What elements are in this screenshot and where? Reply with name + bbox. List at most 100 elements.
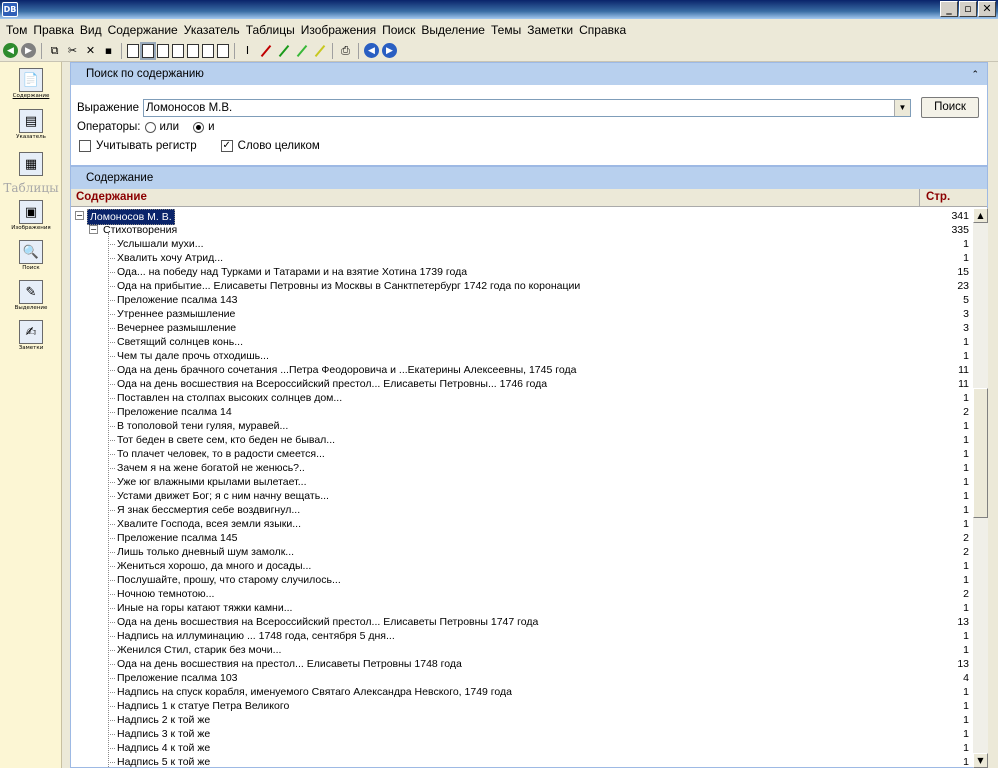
search-button[interactable]: Поиск xyxy=(921,97,979,118)
expression-input[interactable]: Ломоносов М.В. ▼ xyxy=(143,99,911,117)
scroll-up-icon[interactable]: ▲ xyxy=(973,208,988,223)
whole-word-checkbox[interactable]: ✓ xyxy=(220,140,233,152)
text-cursor-icon[interactable]: I xyxy=(240,43,255,58)
table-row[interactable]: Зачем я на жене богатой не женюсь?.. 1 xyxy=(71,461,973,475)
column-page[interactable]: Стр. xyxy=(926,191,950,203)
blank-page-icon[interactable] xyxy=(187,43,199,58)
chevron-down-icon[interactable]: ▼ xyxy=(894,100,910,116)
column-divider[interactable] xyxy=(919,189,920,207)
green-marker-icon[interactable] xyxy=(294,43,309,58)
menu-notes[interactable]: Заметки xyxy=(524,23,576,37)
menu-topics[interactable]: Темы xyxy=(488,23,524,37)
split-page-icon[interactable] xyxy=(217,43,229,58)
sidebar-item-index[interactable]: ▤ Указатель xyxy=(0,109,62,140)
table-row[interactable]: Я знак бессмертия себе воздвигнул... 1 xyxy=(71,503,973,517)
table-row[interactable]: Ночною темнотою... 2 xyxy=(71,587,973,601)
table-row[interactable]: Преложение псалма 103 4 xyxy=(71,671,973,685)
menu-edit[interactable]: Правка xyxy=(30,23,77,37)
menu-images[interactable]: Изображения xyxy=(298,23,379,37)
table-row[interactable]: Устами движет Бог; я с ним начну вещать.… xyxy=(71,489,973,503)
table-row[interactable]: Надпись 1 к статуе Петра Великого 1 xyxy=(71,699,973,713)
app-icon[interactable]: DB xyxy=(2,2,18,17)
sidebar-item-tables[interactable]: Таблицы xyxy=(0,181,62,195)
table-row[interactable]: Поставлен на столпах высоких солнцев дом… xyxy=(71,391,973,405)
table-row[interactable]: Ода на день восшествия на Всероссийский … xyxy=(71,615,973,629)
menu-help[interactable]: Справка xyxy=(576,23,629,37)
search-panel-header[interactable]: Поиск по содержанию ⌃ xyxy=(71,63,987,85)
table-row[interactable]: Преложение псалма 143 5 xyxy=(71,293,973,307)
sidebar-item-search[interactable]: 🔍 Поиск xyxy=(0,240,62,271)
table-row[interactable]: Утреннее размышление 3 xyxy=(71,307,973,321)
table-row[interactable]: Надпись 4 к той же 1 xyxy=(71,741,973,755)
two-column-icon[interactable] xyxy=(157,43,169,58)
radio-or[interactable] xyxy=(144,121,156,133)
table-row[interactable]: Вечернее размышление 3 xyxy=(71,321,973,335)
save-icon[interactable]: ▪ xyxy=(101,43,116,58)
table-row[interactable]: Хвалить хочу Атрид... 1 xyxy=(71,251,973,265)
table-row[interactable]: Преложение псалма 14 2 xyxy=(71,405,973,419)
collapse-group-icon[interactable]: − xyxy=(89,225,98,234)
collapse-root-icon[interactable]: − xyxy=(75,211,84,220)
table-row[interactable]: Чем ты дале прочь отходишь... 1 xyxy=(71,349,973,363)
close-button[interactable]: ✕ xyxy=(978,1,996,17)
table-row[interactable]: Ода... на победу над Турками и Татарами … xyxy=(71,265,973,279)
menu-highlight[interactable]: Выделение xyxy=(418,23,488,37)
next-page-icon[interactable]: ▶ xyxy=(382,43,397,58)
copy-icon[interactable]: ⧉ xyxy=(47,43,62,58)
menu-search[interactable]: Поиск xyxy=(379,23,418,37)
add-page-icon[interactable] xyxy=(202,43,214,58)
print-icon[interactable]: ⎙ xyxy=(338,43,353,58)
table-row[interactable]: Уже юг влажными крылами вылетает... 1 xyxy=(71,475,973,489)
sidebar-item-notes[interactable]: ✍ Заметки xyxy=(0,320,62,351)
minimize-button[interactable]: _ xyxy=(940,1,958,17)
table-row[interactable]: Преложение псалма 145 2 xyxy=(71,531,973,545)
table-row[interactable]: Светящий солнцев конь... 1 xyxy=(71,335,973,349)
table-row[interactable]: Тот беден в свете сем, кто беден не быва… xyxy=(71,433,973,447)
red-pen-icon[interactable] xyxy=(258,43,273,58)
scroll-thumb[interactable] xyxy=(973,388,988,518)
table-row[interactable]: Жениться хорошо, да много и досады... 1 xyxy=(71,559,973,573)
menu-contents[interactable]: Содержание xyxy=(105,23,181,37)
menu-volume[interactable]: Том xyxy=(3,23,30,37)
table-row[interactable]: То плачет человек, то в радости смеется.… xyxy=(71,447,973,461)
radio-and[interactable] xyxy=(193,121,205,133)
table-row[interactable]: Ода на день восшествия на престол... Ели… xyxy=(71,657,973,671)
collapse-icon[interactable]: ⌃ xyxy=(971,63,979,85)
menu-view[interactable]: Вид xyxy=(77,23,105,37)
sidebar-item-images[interactable]: ▣ Изображения xyxy=(0,200,62,231)
table-row[interactable]: Лишь только дневный шум замолк... 2 xyxy=(71,545,973,559)
table-row[interactable]: Ода на день брачного сочетания ...Петра … xyxy=(71,363,973,377)
sidebar-item-highlight[interactable]: ✎ Выделение xyxy=(0,280,62,311)
tree-group-row[interactable]: Стихотворения 335 xyxy=(71,223,973,237)
menu-index[interactable]: Указатель xyxy=(181,23,243,37)
table-row[interactable]: Надпись на иллуминацию ... 1748 года, се… xyxy=(71,629,973,643)
table-row[interactable]: В тополовой тени гуляя, муравей... 1 xyxy=(71,419,973,433)
table-row[interactable]: Услышали мухи... 1 xyxy=(71,237,973,251)
green-pen-icon[interactable] xyxy=(276,43,291,58)
sidebar-item-tables-icon[interactable]: ▦ xyxy=(0,152,62,176)
table-row[interactable]: Иные на горы катают тяжки камни... 1 xyxy=(71,601,973,615)
vertical-scrollbar[interactable]: ▲ ▼ xyxy=(973,208,988,768)
yellow-marker-icon[interactable] xyxy=(312,43,327,58)
text-view-icon[interactable] xyxy=(142,43,154,58)
table-row[interactable]: Ода на день восшествия на Всероссийский … xyxy=(71,377,973,391)
restore-button[interactable]: ▫ xyxy=(959,1,977,17)
menu-tables[interactable]: Таблицы xyxy=(243,23,298,37)
page-view-icon[interactable] xyxy=(127,43,139,58)
tree-root-row[interactable]: Ломоносов М. В. 341 xyxy=(71,209,973,225)
cut-icon[interactable]: ✂ xyxy=(65,43,80,58)
case-checkbox[interactable] xyxy=(79,140,91,152)
table-row[interactable]: Хвалите Господа, всея земли языки... 1 xyxy=(71,517,973,531)
sidebar-item-contents[interactable]: 📄 Содержание xyxy=(0,68,62,99)
table-row[interactable]: Надпись 3 к той же 1 xyxy=(71,727,973,741)
scroll-down-icon[interactable]: ▼ xyxy=(973,753,988,768)
table-row[interactable]: Ода на прибытие... Елисаветы Петровны из… xyxy=(71,279,973,293)
table-row[interactable]: Надпись 5 к той же 1 xyxy=(71,755,973,768)
table-row[interactable]: Надпись на спуск корабля, именуемого Свя… xyxy=(71,685,973,699)
column-title[interactable]: Содержание xyxy=(76,191,147,203)
table-row[interactable]: Женился Стил, старик без мочи... 1 xyxy=(71,643,973,657)
prev-page-icon[interactable]: ◀ xyxy=(364,43,379,58)
table-row[interactable]: Надпись 2 к той же 1 xyxy=(71,713,973,727)
forward-icon[interactable]: ▶ xyxy=(21,43,36,58)
table-row[interactable]: Послушайте, прошу, что старому случилось… xyxy=(71,573,973,587)
